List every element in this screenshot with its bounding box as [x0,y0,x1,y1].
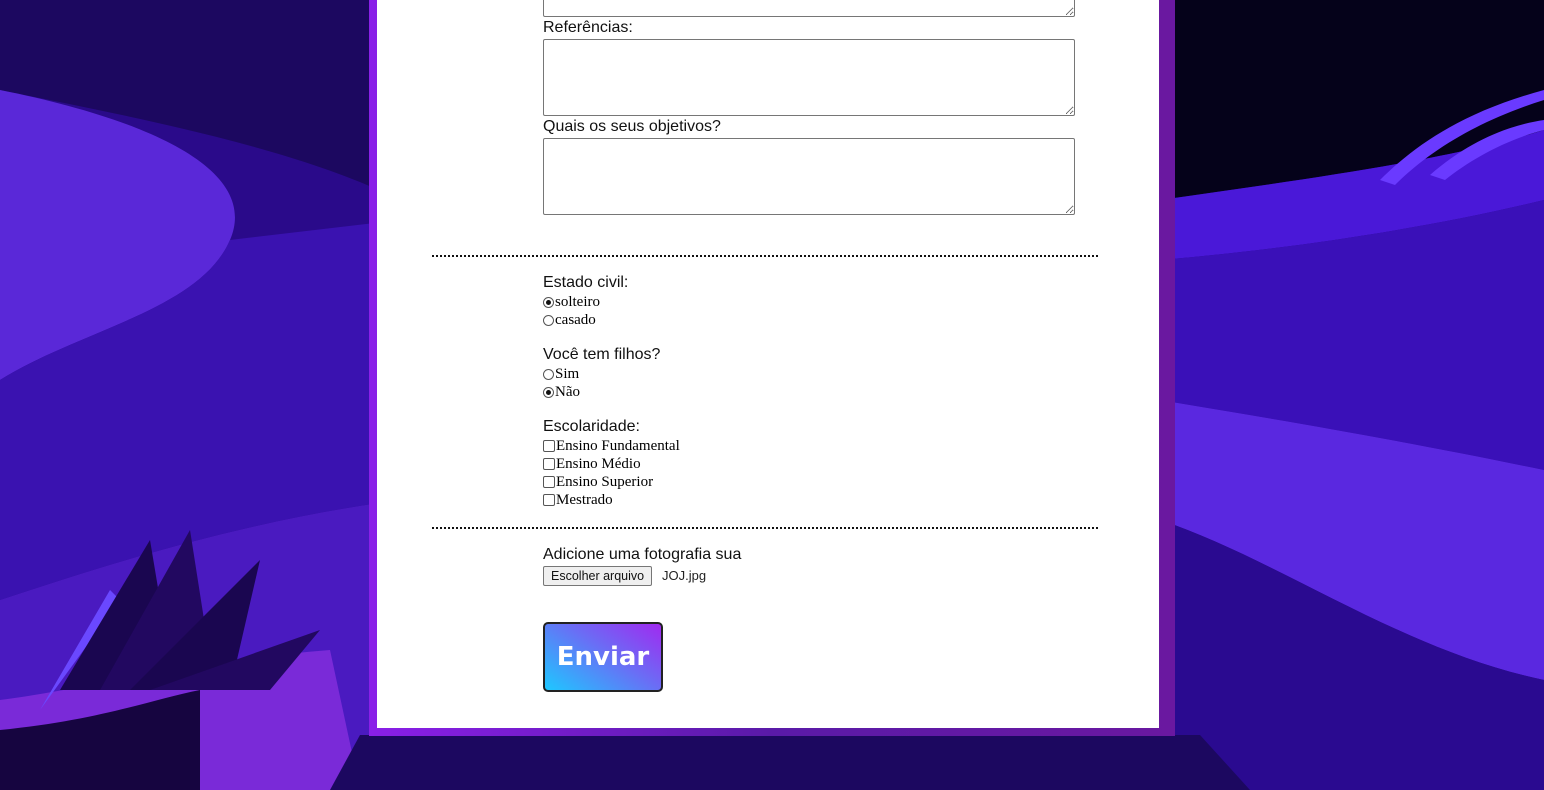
radio-button[interactable] [543,296,554,308]
choose-file-button[interactable]: Escolher arquivo [543,566,653,586]
radio-label: Sim [555,365,580,382]
radio-label: Não [555,383,580,400]
radio-button[interactable] [543,386,554,398]
checkbox[interactable] [543,458,555,470]
checkbox-ensino-fundamental[interactable]: Ensino Fundamental [543,437,680,455]
references-textarea[interactable] [543,39,1075,116]
objectives-textarea[interactable] [543,138,1075,215]
form-card-frame: Referências: Quais os seus objetivos? Es… [369,0,1175,736]
radio-option-casado[interactable]: casado [543,311,596,329]
radio-option-nao[interactable]: Não [543,383,580,401]
submit-button[interactable]: Enviar [543,622,663,692]
checkbox[interactable] [543,476,555,488]
checkbox-label: Ensino Fundamental [556,437,680,454]
references-label: Referências: [543,19,633,36]
previous-textarea[interactable] [543,0,1075,17]
marital-status-label: Estado civil: [543,274,629,291]
radio-label: casado [555,311,596,328]
section-divider [432,255,1098,257]
section-divider [432,527,1098,529]
radio-option-solteiro[interactable]: solteiro [543,293,600,311]
selected-file-name: JOJ.jpg [662,568,707,583]
checkbox-ensino-medio[interactable]: Ensino Médio [543,455,641,473]
objectives-label: Quais os seus objetivos? [543,118,721,135]
radio-button[interactable] [543,314,554,326]
radio-button[interactable] [543,368,554,380]
checkbox-label: Ensino Médio [556,455,641,472]
checkbox-label: Ensino Superior [556,473,654,490]
checkbox-mestrado[interactable]: Mestrado [543,491,613,509]
radio-label: solteiro [555,293,600,310]
photo-label: Adicione uma fotografia sua [543,546,742,563]
form-card: Referências: Quais os seus objetivos? Es… [377,0,1159,728]
checkbox-ensino-superior[interactable]: Ensino Superior [543,473,653,491]
children-label: Você tem filhos? [543,346,661,363]
checkbox-label: Mestrado [556,491,613,508]
checkbox[interactable] [543,494,555,506]
education-label: Escolaridade: [543,418,640,435]
radio-option-sim[interactable]: Sim [543,365,579,383]
checkbox[interactable] [543,440,555,452]
